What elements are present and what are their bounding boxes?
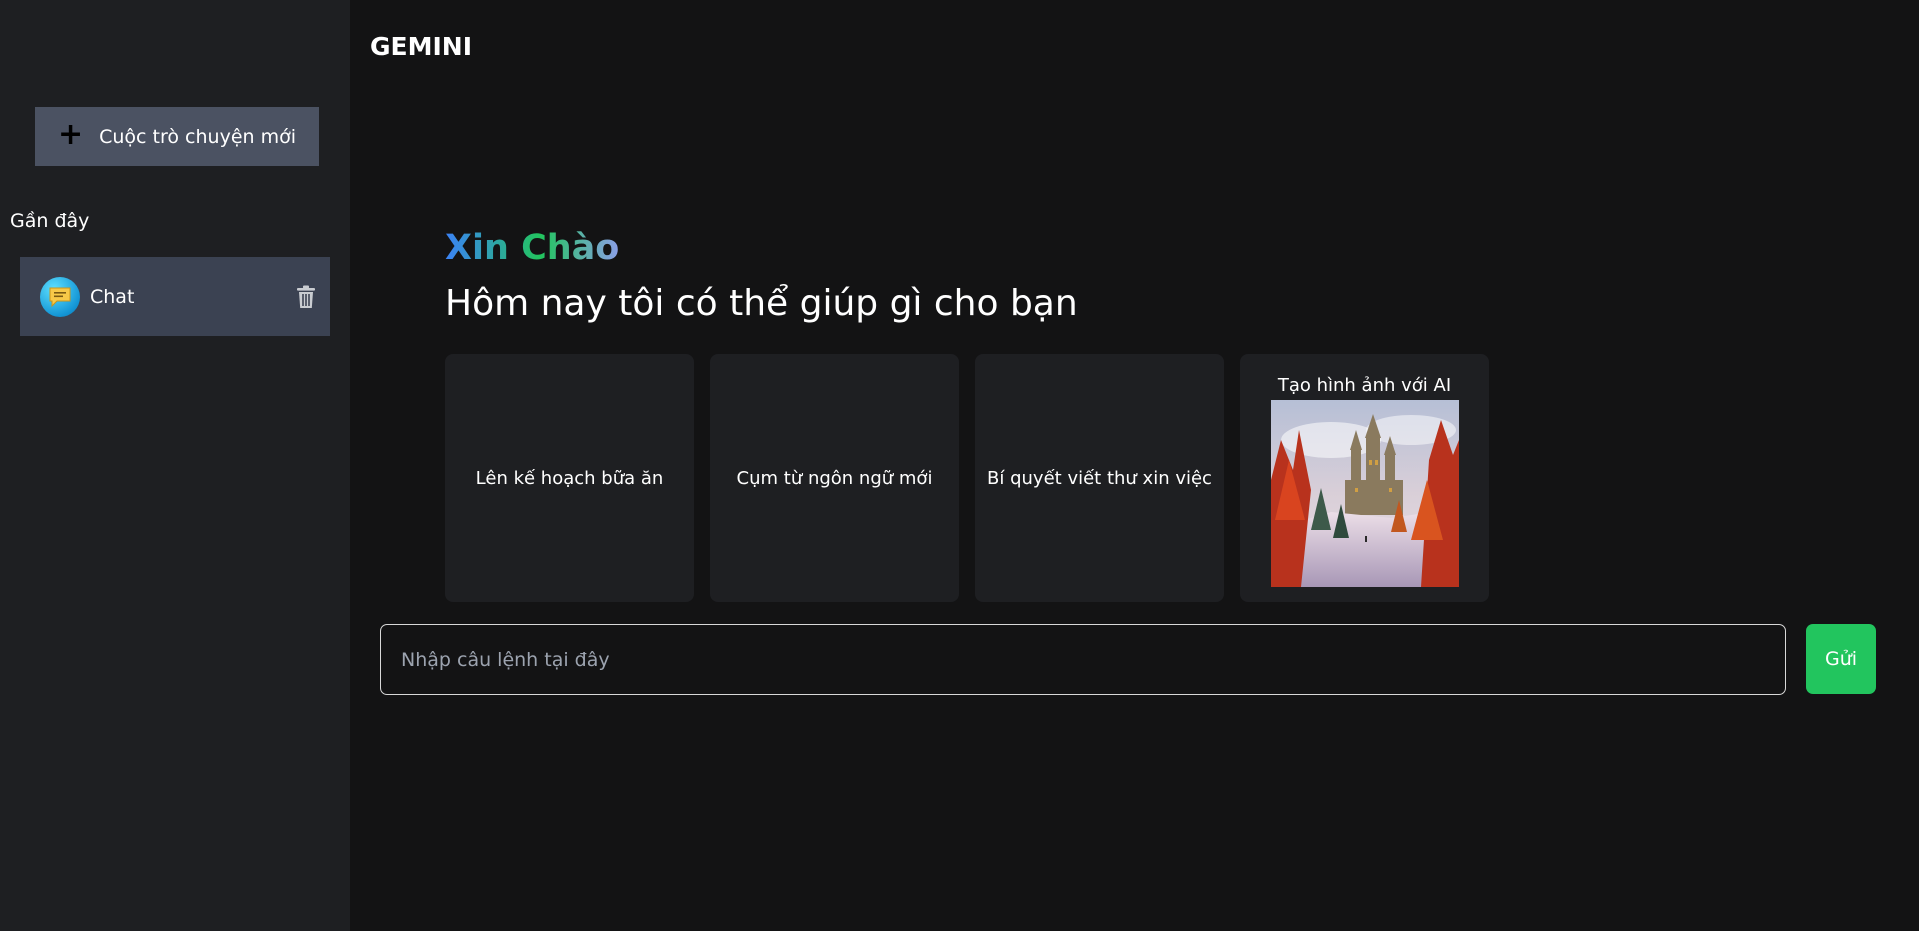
new-chat-label: Cuộc trò chuyện mới [99, 125, 297, 148]
card-label: Lên kế hoạch bữa ăn [475, 467, 664, 489]
suggestion-card-meal-plan[interactable]: Lên kế hoạch bữa ăn [445, 354, 694, 602]
trash-icon[interactable] [296, 285, 316, 313]
recent-heading: Gần đây [10, 210, 90, 232]
plus-icon: + [57, 117, 84, 152]
sidebar-item-label: Chat [90, 285, 135, 308]
brand-title: GEMINI [370, 32, 473, 61]
new-chat-button[interactable]: + Cuộc trò chuyện mới [35, 107, 319, 166]
prompt-input-container [380, 624, 1786, 695]
suggestion-card-cover-letter[interactable]: Bí quyết viết thư xin việc [975, 354, 1224, 602]
chat-bubble-icon [40, 276, 80, 317]
winter-castle-image [1270, 400, 1459, 587]
card-label: Bí quyết viết thư xin việc [987, 467, 1212, 489]
card-label: Cụm từ ngôn ngữ mới [736, 467, 933, 489]
prompt-input[interactable] [381, 625, 1785, 694]
greeting: Xin Chào [445, 228, 620, 268]
suggestion-card-ai-image[interactable]: Tạo hình ảnh với AI [1240, 354, 1489, 602]
suggestion-card-language-phrases[interactable]: Cụm từ ngôn ngữ mới [710, 354, 959, 602]
sidebar: + Cuộc trò chuyện mới Gần đây Chat [0, 0, 350, 931]
send-button[interactable]: Gửi [1806, 624, 1876, 694]
page-subtitle: Hôm nay tôi có thể giúp gì cho bạn [445, 283, 1078, 324]
card-label: Tạo hình ảnh với AI [1277, 375, 1452, 396]
sidebar-item-chat[interactable]: Chat [20, 257, 330, 336]
